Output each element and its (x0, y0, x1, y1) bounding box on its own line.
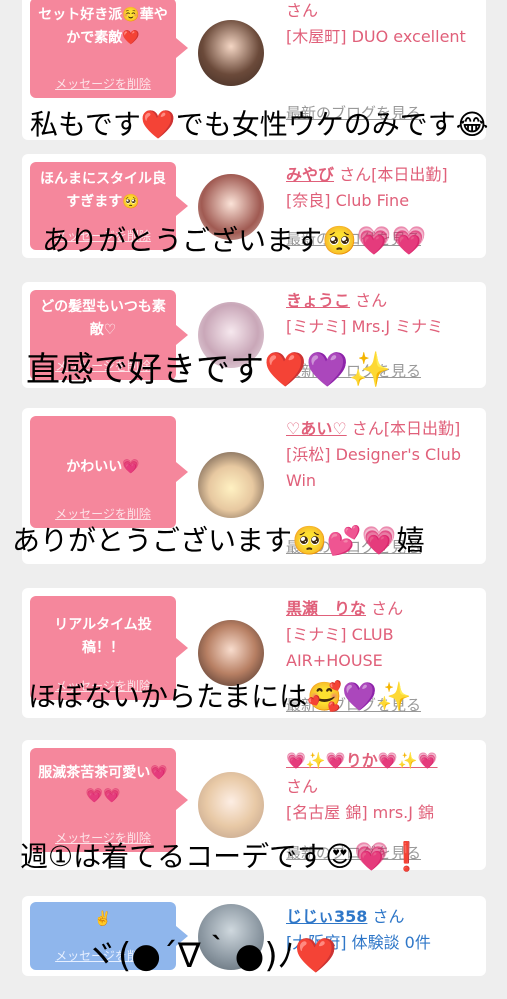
profile-name-link[interactable]: 黒瀬 りな (286, 599, 366, 618)
profile-name-link[interactable]: ♡あい♡ (286, 419, 347, 438)
overlay-caption: ほぼないからたまには🥰💜✨ (28, 680, 412, 713)
overlay-caption: 週①は着てるコーデです😍💗❗️ (20, 840, 425, 873)
honorific: さん (371, 599, 404, 618)
honorific: さん[本日出勤] (351, 419, 461, 438)
message-bubble: かわいい💗 メッセージを削除 (30, 416, 188, 528)
message-text: かわいい💗 (66, 459, 140, 475)
shop-label[interactable]: [名古屋 錦] mrs.J 錦 (286, 803, 434, 822)
overlay-caption: 直感で好きです❤️💜✨ (26, 350, 392, 390)
overlay-caption: ありがとうございます🥺💕💗嬉 (12, 524, 425, 557)
avatar[interactable] (198, 20, 264, 86)
profile-info: みやび さん[本日出勤] [奈良] Club Fine (286, 162, 482, 214)
message-text: セット好き派☺️華やかで素敵❤️ (38, 7, 168, 46)
profile-info: 💗✨💗りか💗✨💗 さん [名古屋 錦] mrs.J 錦 (286, 748, 482, 826)
delete-message-link[interactable]: メッセージを削除 (30, 75, 176, 92)
honorific: さん[本日出勤] (339, 165, 448, 184)
message-text: リアルタイム投稿！！ (54, 617, 152, 656)
avatar[interactable] (198, 452, 264, 518)
overlay-caption: 私もです❤️でも女性ウケのみです😂 (30, 108, 489, 141)
shop-label[interactable]: [ミナミ] Mrs.J ミナミ (286, 317, 443, 336)
profile-name-link[interactable]: じじぃ358 (286, 907, 367, 926)
shop-label[interactable]: [ミナミ] CLUB AIR+HOUSE (286, 625, 394, 670)
shop-label[interactable]: [木屋町] DUO excellent (286, 27, 466, 46)
shop-label[interactable]: [浜松] Designer's Club Win (286, 445, 461, 490)
profile-info: さん [木屋町] DUO excellent (286, 0, 482, 50)
overlay-caption: ヾ(●´∇｀●)ﾉ❤️ (84, 936, 337, 976)
profile-info: きょうこ さん [ミナミ] Mrs.J ミナミ (286, 288, 482, 340)
message-text: ほんまにスタイル良すぎます🥺 (40, 171, 166, 210)
profile-name-link[interactable]: きょうこ (286, 291, 350, 310)
honorific: さん (355, 291, 388, 310)
profile-info: ♡あい♡ さん[本日出勤] [浜松] Designer's Club Win (286, 416, 482, 494)
honorific: さん (372, 907, 405, 926)
message-text: どの髪型もいつも素敵♡ (40, 299, 166, 338)
message-bubble: セット好き派☺️華やかで素敵❤️ メッセージを削除 (30, 0, 188, 98)
profile-name-link[interactable]: みやび (286, 165, 334, 184)
profile-info: 黒瀬 りな さん [ミナミ] CLUB AIR+HOUSE (286, 596, 482, 674)
shop-label[interactable]: [奈良] Club Fine (286, 191, 409, 210)
avatar[interactable] (198, 772, 264, 838)
profile-name-link[interactable]: 💗✨💗りか💗✨💗 (286, 751, 438, 770)
honorific: さん (286, 1, 319, 20)
overlay-caption: ありがとうございます🥺💗💗 (42, 224, 427, 257)
honorific: さん (286, 777, 319, 796)
message-text: 服滅茶苦茶可愛い💗💗💗 (38, 765, 168, 804)
